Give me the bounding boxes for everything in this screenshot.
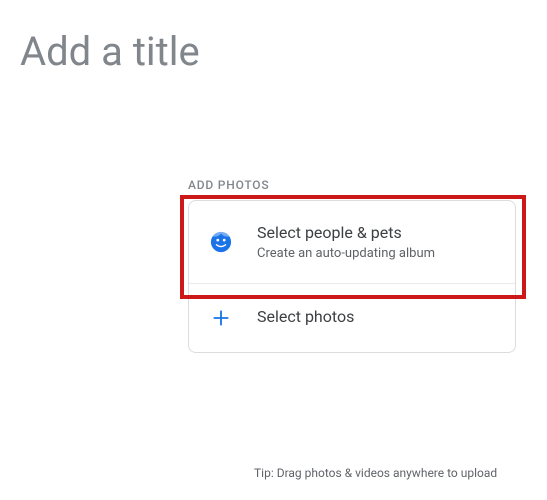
plus-icon [209,306,233,330]
select-photos-option[interactable]: Select photos [189,283,515,352]
drag-upload-tip: Tip: Drag photos & videos anywhere to up… [254,466,497,480]
option-title: Select photos [257,307,354,328]
option-title: Select people & pets [257,223,435,244]
add-photos-card: Select people & pets Create an auto-upda… [188,200,516,353]
select-people-pets-option[interactable]: Select people & pets Create an auto-upda… [189,201,515,283]
album-title-input[interactable] [20,28,520,75]
option-subtitle: Create an auto-updating album [257,246,435,261]
add-photos-section-label: ADD PHOTOS [188,178,269,192]
face-icon [209,230,233,254]
